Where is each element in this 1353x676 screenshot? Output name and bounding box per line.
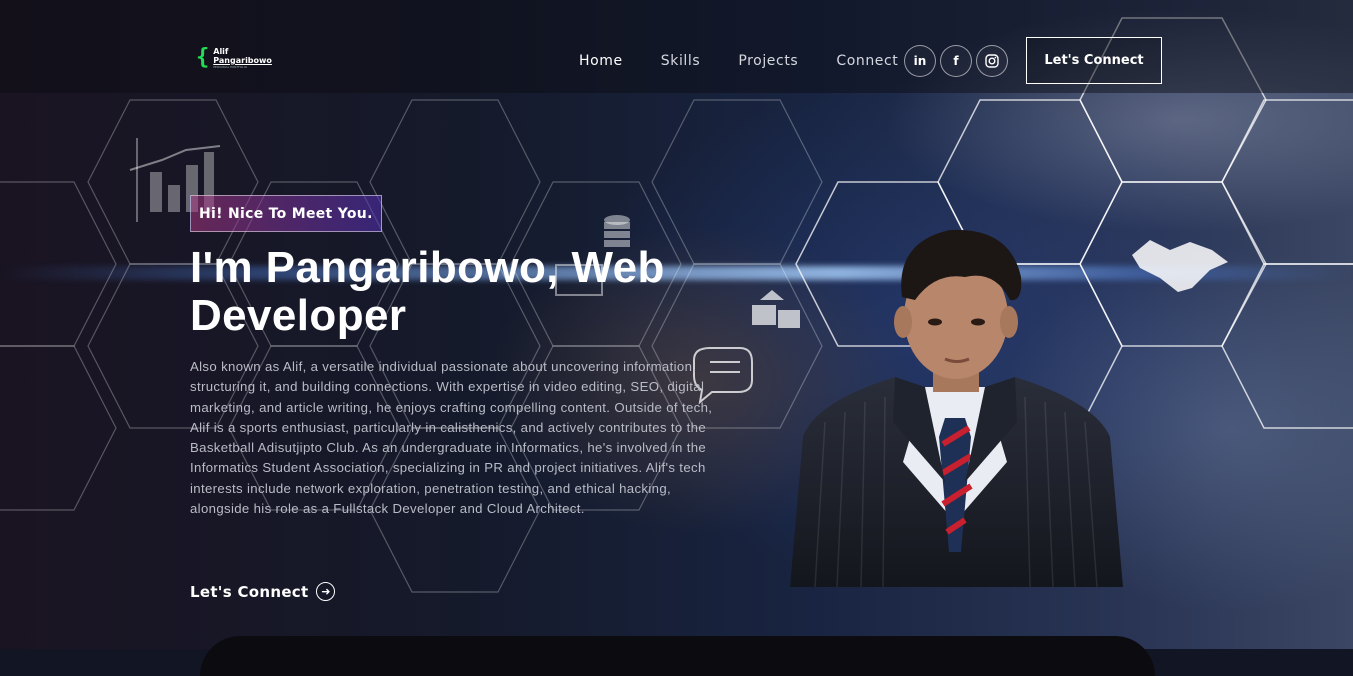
hero-connect-button[interactable]: Let's Connect ➜ <box>190 582 336 601</box>
brand-name-last: Pangaribowo <box>213 56 272 65</box>
social-links: in f <box>904 45 1008 77</box>
header-connect-button[interactable]: Let's Connect <box>1026 37 1162 84</box>
brace-icon: { <box>196 45 210 70</box>
next-section-card <box>200 636 1155 676</box>
instagram-icon[interactable] <box>976 45 1008 77</box>
brand-logo[interactable]: { Alif Pangaribowo PERSONAL PORTFOLIO <box>196 45 272 70</box>
nav-skills[interactable]: Skills <box>661 53 701 69</box>
nav-home[interactable]: Home <box>579 53 623 69</box>
facebook-icon[interactable]: f <box>940 45 972 77</box>
handshake-icon <box>1132 240 1228 292</box>
main-nav: Home Skills Projects Connect <box>579 53 936 69</box>
hero-headline: I'm Pangaribowo, Web Developer <box>190 243 665 340</box>
hero-bio: Also known as Alif, a versatile individu… <box>190 359 713 517</box>
arrow-right-circle-icon: ➜ <box>316 582 336 601</box>
linkedin-icon[interactable]: in <box>904 45 936 77</box>
greeting-tagline: Hi! Nice To Meet You. <box>190 195 382 232</box>
nav-connect[interactable]: Connect <box>836 53 898 69</box>
instagram-glyph <box>985 54 999 68</box>
profile-photo <box>790 229 1123 587</box>
navbar: { Alif Pangaribowo PERSONAL PORTFOLIO Ho… <box>0 0 1353 93</box>
nav-projects[interactable]: Projects <box>738 53 798 69</box>
hero-connect-label: Let's Connect <box>190 582 309 601</box>
brand-subtitle: PERSONAL PORTFOLIO <box>213 65 248 69</box>
brand-name-first: Alif <box>213 47 229 56</box>
